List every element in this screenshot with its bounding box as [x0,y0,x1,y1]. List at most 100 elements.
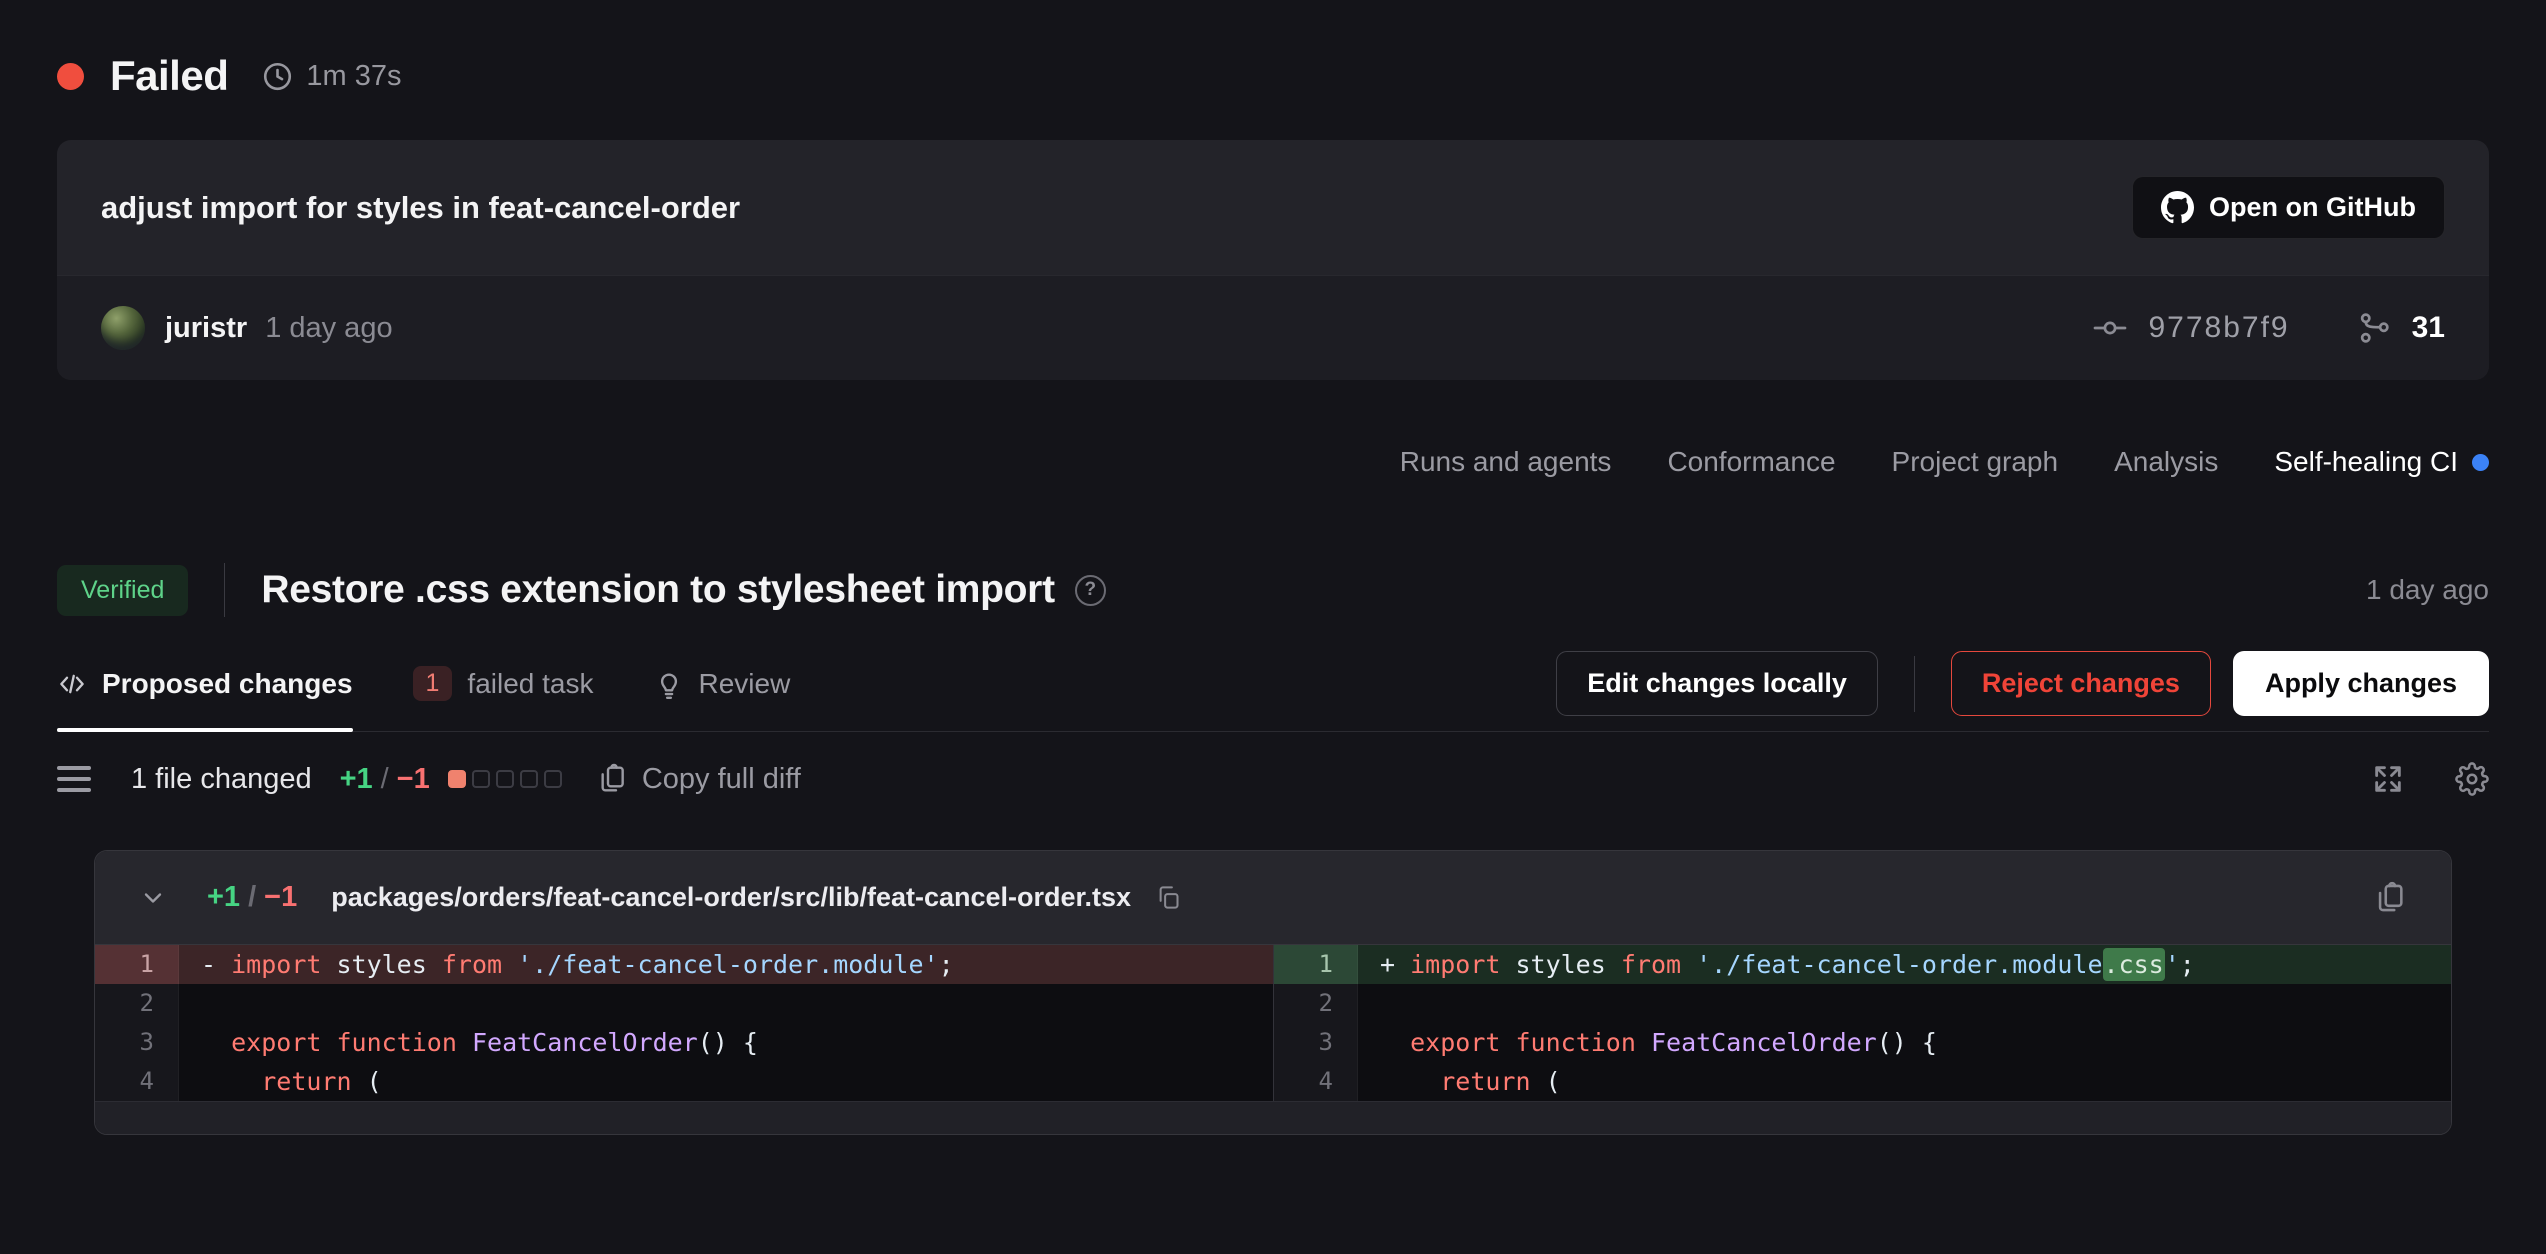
commit-meta: 9778b7f9 31 [2092,310,2445,346]
file-change-stats: +1 / −1 [207,881,297,914]
author-name: juristr [165,312,247,345]
file-list-menu-icon[interactable] [57,766,91,792]
edit-changes-locally-button[interactable]: Edit changes locally [1556,651,1878,716]
nav-self-healing-ci[interactable]: Self-healing CI [2274,446,2489,478]
divider [224,563,225,617]
line-number: 1 [95,945,179,984]
workspace-nav: Runs and agents Conformance Project grap… [57,442,2489,482]
file-path: packages/orders/feat-cancel-order/src/li… [331,882,1131,913]
tab-proposed-changes[interactable]: Proposed changes [57,636,353,731]
lightbulb-icon [654,669,684,699]
line-number: 2 [95,984,179,1023]
copy-file-diff-icon[interactable] [2373,881,2407,915]
commit-card: adjust import for styles in feat-cancel-… [57,140,2489,380]
diff-line: 2 [95,984,1273,1023]
commit-icon [2092,310,2128,346]
change-block [448,770,466,788]
change-block [544,770,562,788]
line-number: 4 [1274,1062,1358,1101]
diff-pane-old: 1- import styles from './feat-cancel-ord… [95,945,1273,1101]
tab-proposed-changes-label: Proposed changes [102,668,353,700]
change-block [472,770,490,788]
code-text [179,984,1273,1023]
line-number: 4 [95,1062,179,1101]
active-tab-underline [57,728,353,732]
file-stats-separator: / [248,881,256,914]
additions-count: +1 [340,763,373,796]
nav-self-healing-ci-label: Self-healing CI [2274,446,2458,478]
diff-file-header: +1 / −1 packages/orders/feat-cancel-orde… [95,851,2451,945]
nav-conformance[interactable]: Conformance [1667,446,1835,478]
diff-toolbar: 1 file changed +1 / −1 Copy full diff [57,750,2489,808]
fix-time: 1 day ago [2366,574,2489,606]
run-status-row: Failed 1m 37s [57,48,2489,104]
change-block [520,770,538,788]
commit-hash[interactable]: 9778b7f9 [2148,311,2289,345]
fix-heading-row: Verified Restore .css extension to style… [57,554,2489,626]
diff-line: 4 return ( [1274,1062,2451,1101]
fix-actions: Edit changes locally Reject changes Appl… [1556,651,2489,716]
diff-pane-new: 1+ import styles from './feat-cancel-ord… [1273,945,2451,1101]
chevron-down-icon[interactable] [139,884,167,912]
diff-line: 3 export function FeatCancelOrder() { [95,1023,1273,1062]
commit-card-header: adjust import for styles in feat-cancel-… [57,140,2489,275]
copy-full-diff-button[interactable]: Copy full diff [596,763,801,796]
failed-task-count-badge: 1 [413,666,453,701]
clipboard-icon [596,763,628,795]
run-duration: 1m 37s [306,60,401,93]
run-status-label: Failed [110,52,228,100]
tab-review-label: Review [699,668,791,700]
open-on-github-button[interactable]: Open on GitHub [2132,176,2445,239]
diff-line: 1+ import styles from './feat-cancel-ord… [1274,945,2451,984]
file-additions: +1 [207,881,240,914]
nav-project-graph[interactable]: Project graph [1892,446,2059,478]
deletions-count: −1 [397,763,430,796]
diff-line: 1- import styles from './feat-cancel-ord… [95,945,1273,984]
diff-line: 3 export function FeatCancelOrder() { [1274,1023,2451,1062]
change-block [496,770,514,788]
code-text: return ( [1358,1062,2451,1101]
tab-review[interactable]: Review [654,636,791,731]
fix-tabs-row: Proposed changes 1 failed task Review Ed… [57,636,2489,732]
page-root: Failed 1m 37s adjust import for styles i… [0,0,2546,1135]
nav-analysis[interactable]: Analysis [2114,446,2218,478]
files-changed-label: 1 file changed [131,763,312,796]
github-icon [2161,191,2194,224]
divider [1914,656,1915,712]
code-icon [57,669,87,699]
commit-time: 1 day ago [265,312,392,345]
change-blocks-indicator [448,770,562,788]
verified-badge: Verified [57,565,188,616]
clock-icon [262,61,293,92]
tab-failed-task[interactable]: 1 failed task [413,636,594,731]
diff-line: 2 [1274,984,2451,1023]
code-text: + import styles from './feat-cancel-orde… [1358,945,2451,984]
help-icon[interactable]: ? [1075,575,1106,606]
branch-icon [2356,310,2392,346]
code-text: export function FeatCancelOrder() { [1358,1023,2451,1062]
notification-dot-icon [2472,454,2489,471]
expand-fullscreen-icon[interactable] [2371,762,2405,796]
code-text: - import styles from './feat-cancel-orde… [179,945,1273,984]
apply-changes-button[interactable]: Apply changes [2233,651,2489,716]
line-number: 3 [95,1023,179,1062]
nav-runs-and-agents[interactable]: Runs and agents [1400,446,1612,478]
diff-scrollbar-track[interactable] [95,1101,2451,1134]
diff-line: 4 return ( [95,1062,1273,1101]
author-avatar[interactable] [101,306,145,350]
diff-toolbar-right [2371,762,2489,796]
line-number: 3 [1274,1023,1358,1062]
code-text [1358,984,2451,1023]
reject-changes-button[interactable]: Reject changes [1951,651,2211,716]
copy-path-icon[interactable] [1155,884,1182,911]
line-number: 2 [1274,984,1358,1023]
branch-count[interactable]: 31 [2412,311,2445,345]
stats-separator: / [381,763,389,796]
gear-icon[interactable] [2455,762,2489,796]
open-on-github-label: Open on GitHub [2209,192,2416,223]
copy-full-diff-label: Copy full diff [642,763,801,796]
code-text: export function FeatCancelOrder() { [179,1023,1273,1062]
failed-status-dot-icon [57,63,84,90]
tab-failed-task-label: failed task [467,668,593,700]
commit-message: adjust import for styles in feat-cancel-… [101,190,740,226]
